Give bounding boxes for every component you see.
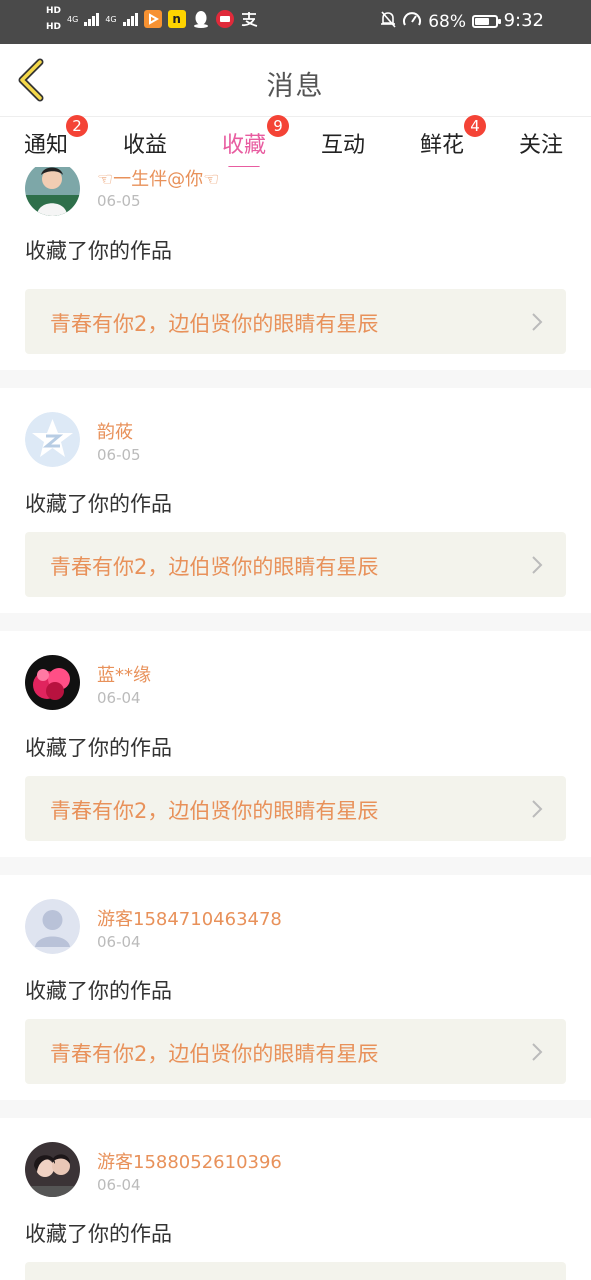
chevron-right-icon xyxy=(532,800,543,818)
hd-label-1: HD xyxy=(46,6,62,16)
divider xyxy=(0,1100,591,1118)
tab-earnings[interactable]: 收益 xyxy=(123,127,167,159)
feed-item: 游客1584710463478 06-04 收藏了你的作品 青春有你2，边伯贤你… xyxy=(0,875,591,1100)
work-link[interactable]: 青春有你2，边伯贤你的眼睛有星辰 xyxy=(25,289,566,354)
feed-item: ☜一生伴@你☜ 06-05 收藏了你的作品 青春有你2，边伯贤你的眼睛有星辰 xyxy=(0,167,591,382)
tab-notice[interactable]: 通知 2 xyxy=(24,115,88,159)
username[interactable]: 游客1588052610396 xyxy=(97,1148,282,1174)
tab-label: 鲜花 xyxy=(420,133,465,158)
username[interactable]: ☜一生伴@你☜ xyxy=(97,167,219,191)
status-bar: HD HD 4G 4G n 68% 9:32 xyxy=(0,0,591,44)
timestamp: 06-04 xyxy=(97,933,141,951)
chevron-right-icon xyxy=(532,556,543,574)
mute-bell-icon xyxy=(380,10,396,33)
video-app-icon xyxy=(143,10,162,28)
work-title: 青春有你2，边伯贤你的眼睛有星辰 xyxy=(50,312,379,336)
n-app-icon: n xyxy=(167,10,186,28)
tab-label: 收益 xyxy=(123,133,168,158)
speed-gauge-icon xyxy=(402,10,422,33)
username[interactable]: 游客1584710463478 xyxy=(97,905,282,931)
hd-label-2: HD xyxy=(46,22,62,32)
work-link[interactable]: 青春有你2，边伯贤你的眼睛有星辰 xyxy=(25,532,566,597)
feed-item: 游客1588052610396 06-04 收藏了你的作品 xyxy=(0,1118,591,1280)
action-text: 收藏了你的作品 xyxy=(25,979,172,1003)
action-text: 收藏了你的作品 xyxy=(25,736,172,760)
flower-avatar[interactable] xyxy=(25,655,80,710)
alipay-icon xyxy=(240,10,258,28)
battery-icon xyxy=(472,15,501,28)
status-right: 68% xyxy=(380,10,501,33)
hd-indicators: HD HD xyxy=(46,6,61,32)
default-person-avatar[interactable] xyxy=(25,899,80,954)
signal-icon xyxy=(122,12,138,26)
work-title: 青春有你2，边伯贤你的眼睛有星辰 xyxy=(50,555,379,579)
username[interactable]: 蓝**缘 xyxy=(97,661,151,687)
divider xyxy=(0,857,591,875)
work-link[interactable]: 青春有你2，边伯贤你的眼睛有星辰 xyxy=(25,1019,566,1084)
shopping-app-icon xyxy=(215,10,234,28)
chevron-right-icon xyxy=(532,1043,543,1061)
tab-label: 收藏 xyxy=(222,133,267,158)
feed-item: 蓝**缘 06-04 收藏了你的作品 青春有你2，边伯贤你的眼睛有星辰 xyxy=(0,631,591,856)
timestamp: 06-05 xyxy=(97,192,141,210)
network-label-2: 4G xyxy=(105,14,117,24)
tab-bar: 通知 2 收益 收藏 9 互动 鲜花 4 关注 xyxy=(0,115,591,169)
feed-item: 韵莜 06-05 收藏了你的作品 青春有你2，边伯贤你的眼睛有星辰 xyxy=(0,388,591,613)
work-title: 青春有你2，边伯贤你的眼睛有星辰 xyxy=(50,799,379,823)
tab-label: 关注 xyxy=(519,133,564,158)
unread-badge: 2 xyxy=(66,115,88,137)
divider xyxy=(0,370,591,388)
unread-badge: 9 xyxy=(267,115,289,137)
work-link[interactable]: 青春有你2，边伯贤你的眼睛有星辰 xyxy=(25,776,566,841)
divider xyxy=(0,613,591,631)
tab-flowers[interactable]: 鲜花 4 xyxy=(420,115,486,159)
action-text: 收藏了你的作品 xyxy=(25,492,172,516)
clock: 9:32 xyxy=(503,10,544,31)
tab-favorites[interactable]: 收藏 9 xyxy=(222,115,289,169)
battery-percent: 68% xyxy=(428,11,466,32)
timestamp: 06-04 xyxy=(97,1176,141,1194)
couple-photo-avatar[interactable] xyxy=(25,1142,80,1197)
timestamp: 06-05 xyxy=(97,446,141,464)
action-text: 收藏了你的作品 xyxy=(25,239,172,263)
username[interactable]: 韵莜 xyxy=(97,418,133,444)
work-link[interactable] xyxy=(25,1262,566,1280)
tab-label: 通知 xyxy=(24,133,69,158)
photo-avatar[interactable] xyxy=(25,167,80,216)
nav-bar: 消息 xyxy=(0,44,591,117)
tab-label: 互动 xyxy=(321,133,366,158)
signal-icon xyxy=(84,12,100,26)
work-title: 青春有你2，边伯贤你的眼睛有星辰 xyxy=(50,1042,379,1066)
favorites-feed[interactable]: ☜一生伴@你☜ 06-05 收藏了你的作品 青春有你2，边伯贤你的眼睛有星辰 韵… xyxy=(0,167,591,1280)
status-left: HD HD 4G 4G n xyxy=(46,6,258,32)
qq-icon xyxy=(192,10,210,28)
action-text: 收藏了你的作品 xyxy=(25,1222,172,1246)
timestamp: 06-04 xyxy=(97,689,141,707)
unread-badge: 4 xyxy=(464,115,486,137)
tab-following[interactable]: 关注 xyxy=(519,127,563,159)
tab-interactions[interactable]: 互动 xyxy=(321,127,365,159)
chevron-right-icon xyxy=(532,313,543,331)
page-title: 消息 xyxy=(266,71,325,102)
qzone-star-avatar[interactable] xyxy=(25,412,80,467)
network-label-1: 4G xyxy=(67,14,79,24)
